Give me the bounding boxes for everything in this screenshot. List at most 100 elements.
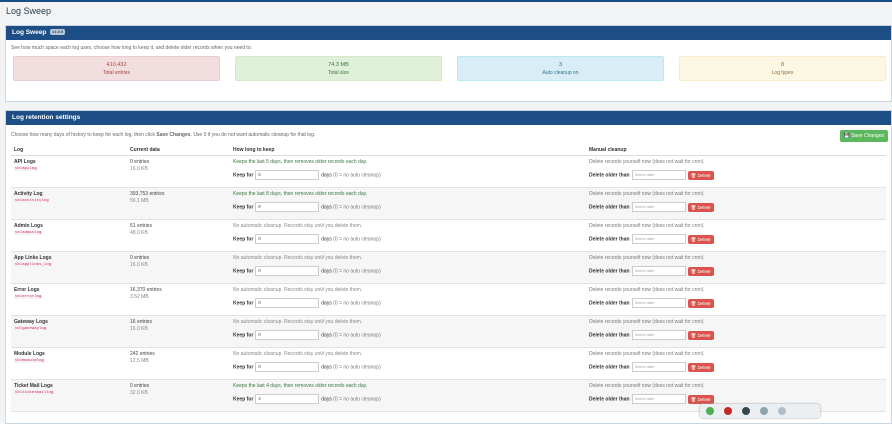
- log-cell: Error Logs tblerrorlog: [11, 283, 127, 316]
- taskbar-tray: [700, 404, 820, 418]
- stat-label: Log types: [771, 70, 794, 76]
- delete-older-label: Delete older than: [589, 204, 630, 211]
- manual-cleanup-cell: Delete records yourself now (does not wa…: [586, 347, 886, 380]
- delete-row: Delete older than Select date 🗑 Delete: [589, 202, 886, 212]
- date-picker-input[interactable]: Select date: [631, 234, 686, 244]
- tray-app-icon[interactable]: [760, 407, 768, 415]
- days-input[interactable]: 0: [255, 266, 320, 276]
- keep-cell: No automatic cleanup. Records stay until…: [230, 315, 586, 348]
- data-size: 3.52 MB: [130, 294, 149, 300]
- date-picker-input[interactable]: Select date: [631, 202, 686, 212]
- log-cell: Admin Logs tbladminlog: [11, 219, 127, 252]
- days-input[interactable]: 0: [255, 298, 320, 308]
- delete-button[interactable]: 🗑 Delete: [687, 330, 714, 340]
- tray-app-icon[interactable]: [706, 407, 714, 415]
- manual-cleanup-text: Delete records yourself now (does not wa…: [589, 255, 704, 261]
- delete-label: Delete: [697, 396, 711, 402]
- days-input[interactable]: 4: [255, 394, 320, 404]
- col-manual-cleanup: Manual cleanup: [586, 144, 886, 156]
- date-picker-input[interactable]: Select date: [631, 394, 686, 404]
- save-label: Save Changes: [851, 133, 884, 139]
- days-input[interactable]: 0: [255, 330, 320, 340]
- keep-row: Keep for 4 days (0 = no auto cleanup): [233, 394, 586, 404]
- stat-value: 8: [780, 62, 785, 68]
- log-name: App Links Logs: [14, 255, 52, 261]
- entry-count: 0 entries: [130, 383, 150, 389]
- table-name: tblerrorlog: [14, 295, 43, 299]
- tray-app-icon[interactable]: [724, 407, 732, 415]
- trash-icon: 🗑: [690, 204, 697, 210]
- log-name: Admin Logs: [14, 223, 43, 229]
- data-size: 48.0 KB: [130, 230, 148, 236]
- delete-row: Delete older than Select date 🗑 Delete: [589, 394, 886, 404]
- delete-row: Delete older than Select date 🗑 Delete: [589, 170, 886, 180]
- log-name: Module Logs: [14, 351, 45, 357]
- stat-value: 74.3 MB: [328, 62, 349, 68]
- days-label: days: [321, 204, 332, 211]
- entry-count: 16 entries: [130, 319, 152, 325]
- keep-label: Keep for: [233, 364, 254, 371]
- table-name: tblapilog: [14, 167, 38, 171]
- tray-app-icon[interactable]: [742, 407, 750, 415]
- table-name: tblmodulelog: [14, 359, 45, 363]
- delete-row: Delete older than Select date 🗑 Delete: [589, 266, 886, 276]
- stat-label: Total entries: [103, 70, 130, 76]
- delete-label: Delete: [697, 236, 711, 242]
- delete-label: Delete: [697, 300, 711, 306]
- keep-label: Keep for: [233, 300, 254, 307]
- retention-status: No automatic cleanup. Records stay until…: [233, 255, 363, 261]
- delete-button[interactable]: 🗑 Delete: [687, 362, 714, 372]
- tray-app-icon[interactable]: [778, 407, 786, 415]
- intro-text-end: . Use 0 if you do not want automatic cle…: [190, 132, 316, 138]
- days-input[interactable]: 0: [255, 362, 320, 372]
- delete-older-label: Delete older than: [589, 300, 630, 307]
- delete-button[interactable]: 🗑 Delete: [687, 298, 714, 308]
- log-name: Gateway Logs: [14, 319, 48, 325]
- manual-cleanup-cell: Delete records yourself now (does not wa…: [586, 219, 886, 252]
- keep-label: Keep for: [233, 204, 254, 211]
- date-picker-input[interactable]: Select date: [631, 170, 686, 180]
- table-row: Admin Logs tbladminlog 51 entries 48.0 KB No…: [11, 219, 886, 252]
- delete-button[interactable]: 🗑 Delete: [687, 202, 714, 212]
- manual-cleanup-cell: Delete records yourself now (does not wa…: [586, 251, 886, 284]
- keep-row: Keep for 0 days (0 = no auto cleanup): [233, 298, 586, 308]
- keep-label: Keep for: [233, 396, 254, 403]
- delete-label: Delete: [697, 364, 711, 370]
- retention-status: Keeps the last 5 days, then removes olde…: [233, 159, 368, 165]
- save-changes-button[interactable]: 💾 Save Changes: [839, 130, 888, 142]
- days-input[interactable]: 5: [255, 170, 320, 180]
- days-label: days: [321, 364, 332, 371]
- data-size: 16.0 KB: [130, 262, 148, 268]
- delete-label: Delete: [697, 332, 711, 338]
- col-current-data: Current data: [127, 144, 230, 156]
- entry-count: 0 entries: [130, 159, 150, 165]
- delete-button[interactable]: 🗑 Delete: [687, 394, 714, 404]
- days-input[interactable]: 8: [255, 202, 320, 212]
- keep-cell: No automatic cleanup. Records stay until…: [230, 283, 586, 316]
- delete-older-label: Delete older than: [589, 396, 630, 403]
- days-label: days: [321, 332, 332, 339]
- keep-cell: No automatic cleanup. Records stay until…: [230, 219, 586, 252]
- trash-icon: 🗑: [690, 236, 697, 242]
- date-picker-input[interactable]: Select date: [631, 362, 686, 372]
- intro-bold: Save Changes: [156, 132, 191, 138]
- delete-button[interactable]: 🗑 Delete: [687, 234, 714, 244]
- date-picker-input[interactable]: Select date: [631, 330, 686, 340]
- entry-count: 393,753 entries: [130, 191, 165, 197]
- delete-button[interactable]: 🗑 Delete: [687, 266, 714, 276]
- delete-label: Delete: [697, 172, 711, 178]
- manual-cleanup-cell: Delete records yourself now (does not wa…: [586, 187, 886, 220]
- keep-row: Keep for 0 days (0 = no auto cleanup): [233, 234, 586, 244]
- manual-cleanup-text: Delete records yourself now (does not wa…: [589, 351, 704, 357]
- log-cell: Module Logs tblmodulelog: [11, 347, 127, 380]
- retention-status: No automatic cleanup. Records stay until…: [233, 287, 363, 293]
- days-input[interactable]: 0: [255, 234, 320, 244]
- date-picker-input[interactable]: Select date: [631, 266, 686, 276]
- summary-panel-header: Log Sweep v1.0.0: [6, 26, 891, 40]
- summary-description: See how much space each log uses, choose…: [11, 45, 252, 51]
- date-picker-input[interactable]: Select date: [631, 298, 686, 308]
- days-hint: (0 = no auto cleanup): [333, 172, 381, 179]
- delete-button[interactable]: 🗑 Delete: [687, 170, 714, 180]
- trash-icon: 🗑: [690, 172, 697, 178]
- current-data-cell: 242 entries 12.5 MB: [127, 347, 230, 380]
